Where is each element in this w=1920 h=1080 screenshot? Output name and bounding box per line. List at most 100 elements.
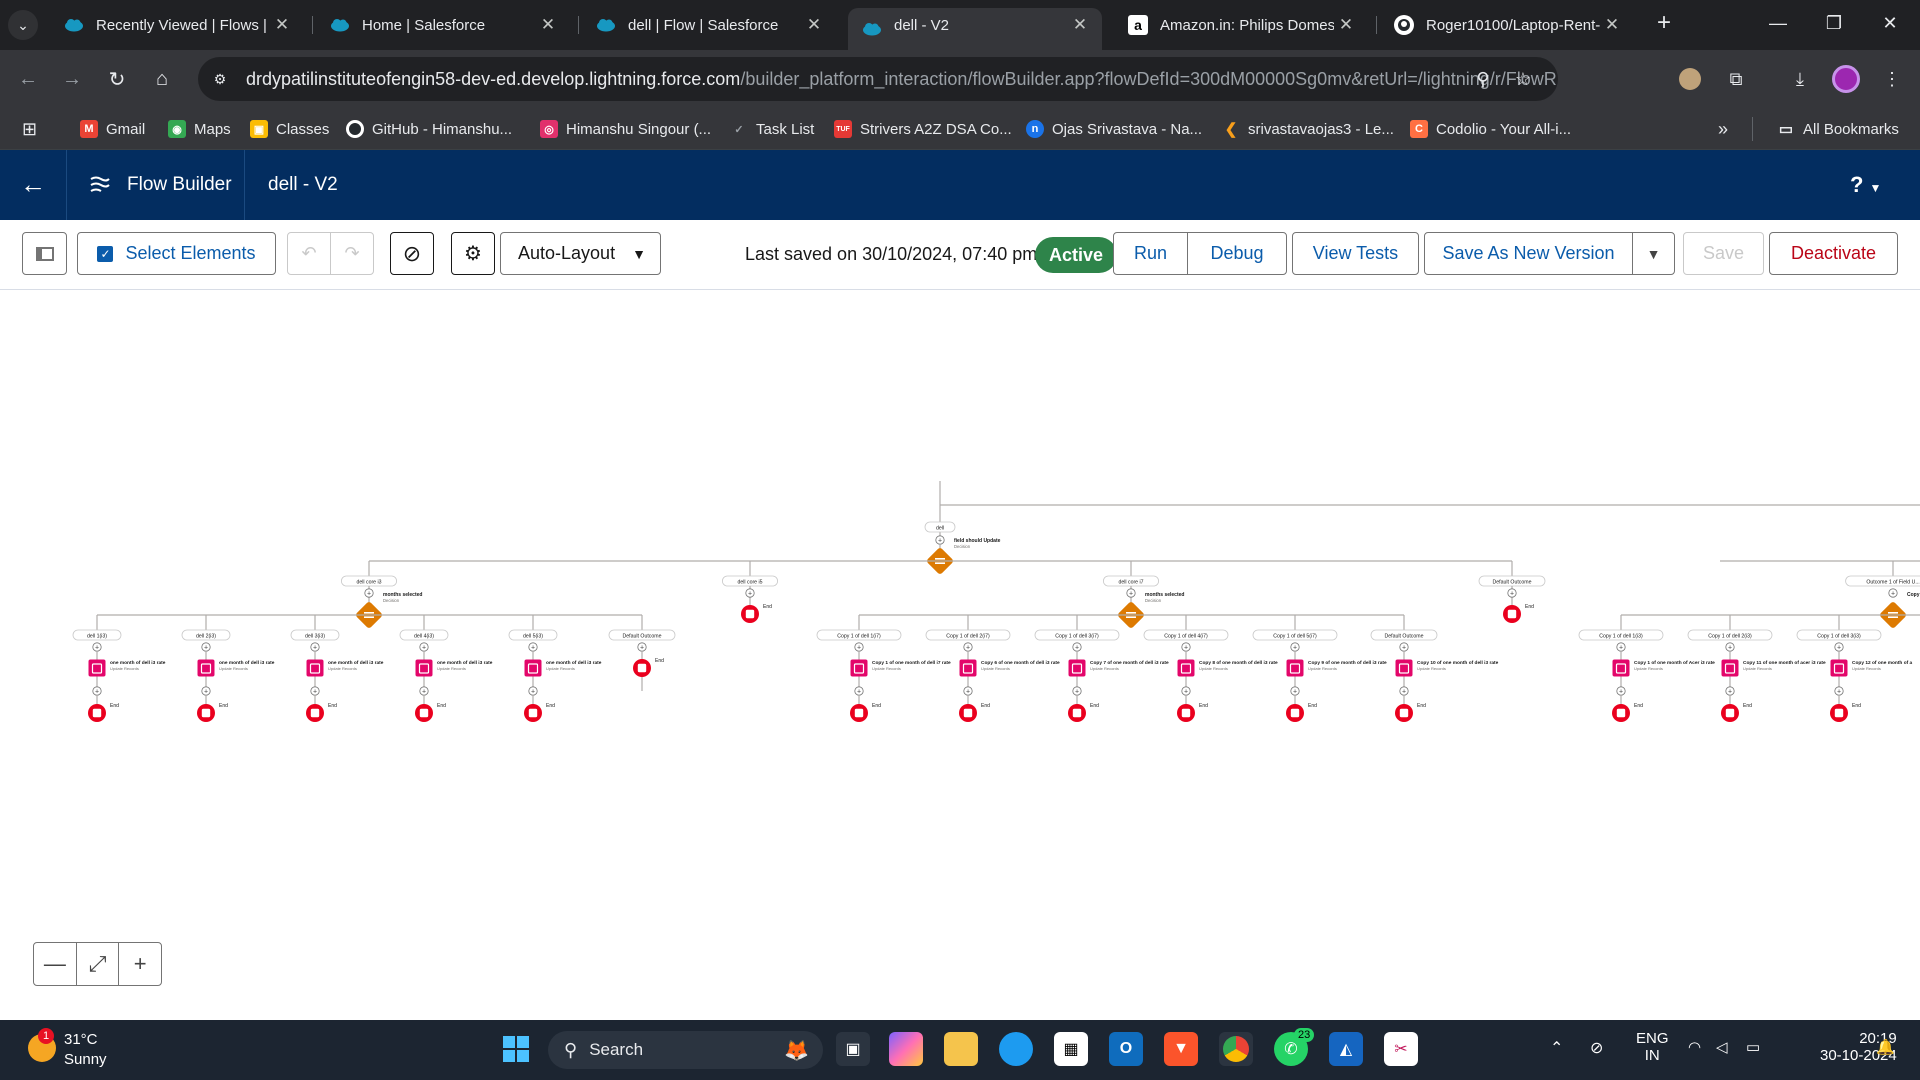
update-records-icon <box>1395 659 1413 677</box>
end-stop-glyph <box>528 708 538 718</box>
tab-recently-viewed-flows[interactable]: Recently Viewed | Flows | S ✕ <box>50 8 304 42</box>
add-plus-icon: + <box>204 644 208 651</box>
undo-button[interactable]: ↶ <box>287 232 331 275</box>
close-tab-icon[interactable]: ✕ <box>802 15 826 35</box>
tab-github-laptop-rent[interactable]: Roger10100/Laptop-Rent- ✕ <box>1380 8 1634 42</box>
home-icon[interactable]: ⌂ <box>146 63 178 95</box>
tab-search-chevron-icon[interactable]: ⌄ <box>8 10 38 40</box>
back-arrow-icon[interactable]: ← <box>18 170 48 200</box>
help-menu[interactable]: ? ▼ <box>1850 172 1881 198</box>
bookmark-label: Ojas Srivastava - Na... <box>1052 120 1203 138</box>
bookmark-instagram[interactable]: ◎ Himanshu Singour (... <box>540 117 711 141</box>
end-stop-glyph <box>1616 708 1626 718</box>
all-bookmarks[interactable]: ▭ All Bookmarks <box>1752 117 1899 141</box>
save-options-dropdown[interactable]: ▼ <box>1632 232 1675 275</box>
run-button[interactable]: Run <box>1113 232 1188 275</box>
file-explorer-icon[interactable] <box>944 1032 978 1066</box>
error-check-button[interactable]: ⊘ <box>390 232 434 275</box>
back-arrow-icon[interactable]: ← <box>12 63 44 95</box>
close-window-icon[interactable]: ✕ <box>1862 0 1918 46</box>
flow-diagram: dell+ field should UpdateDecisiondell cor… <box>72 481 1920 722</box>
bookmark-github[interactable]: GitHub - Himanshu... <box>346 117 512 141</box>
bookmark-label: Classes <box>276 120 330 138</box>
taskbar-search-box[interactable]: ⚲ Search 🦊 <box>548 1031 823 1069</box>
fit-to-view-button[interactable]: ⤢ <box>77 943 120 985</box>
end-stop-glyph <box>92 708 102 718</box>
tab-dell-flow[interactable]: dell | Flow | Salesforce ✕ <box>582 8 836 42</box>
volume-icon[interactable]: ◁ <box>1716 1038 1728 1056</box>
apps-grid-icon[interactable]: ⊞ <box>22 117 37 141</box>
battery-icon[interactable]: ▭ <box>1746 1038 1760 1056</box>
add-plus-icon: + <box>1510 590 1514 597</box>
layout-mode-select[interactable]: Auto-Layout ▼ <box>500 232 661 275</box>
wifi-icon[interactable]: ◠ <box>1688 1038 1701 1056</box>
bookmark-codolio[interactable]: C Codolio - Your All-i... <box>1410 117 1571 141</box>
network-offline-icon[interactable]: ⊘ <box>1590 1038 1603 1058</box>
download-icon[interactable]: ⤓ <box>1784 63 1816 95</box>
photos-icon[interactable]: ◭ <box>1329 1032 1363 1066</box>
save-as-new-version-button[interactable]: Save As New Version <box>1424 232 1633 275</box>
close-tab-icon[interactable]: ✕ <box>536 15 560 35</box>
windows-start-icon[interactable] <box>499 1032 533 1066</box>
bookmark-maps[interactable]: ◉ Maps <box>168 117 231 141</box>
view-tests-button[interactable]: View Tests <box>1292 232 1419 275</box>
bookmark-star-icon[interactable]: ☆ <box>1508 57 1538 101</box>
new-tab-button[interactable]: + <box>1650 10 1678 38</box>
end-stop-glyph <box>1399 708 1409 718</box>
naukri-icon: n <box>1026 120 1044 138</box>
tab-home-salesforce[interactable]: Home | Salesforce ✕ <box>316 8 570 42</box>
save-button[interactable]: Save <box>1683 232 1764 275</box>
deactivate-button[interactable]: Deactivate <box>1769 232 1898 275</box>
bookmark-task-list[interactable]: ✓ Task List <box>730 117 814 141</box>
minimize-window-icon[interactable]: — <box>1750 0 1806 46</box>
zoom-in-button[interactable]: + <box>119 943 161 985</box>
address-bar[interactable]: ⚙ drdypatilinstituteofengin58-dev-ed.dev… <box>198 57 1558 101</box>
zoom-magnifier-icon[interactable]: ⚲ <box>1468 57 1498 101</box>
tab-amazon[interactable]: a Amazon.in: Philips Domesti ✕ <box>1114 8 1368 42</box>
redo-button[interactable]: ↷ <box>330 232 374 275</box>
close-tab-icon[interactable]: ✕ <box>1600 15 1624 35</box>
tab-title: Home | Salesforce <box>362 16 486 34</box>
tab-dell-v2[interactable]: dell - V2 ✕ <box>848 8 1102 50</box>
chrome-browser-icon[interactable] <box>1219 1032 1253 1066</box>
end-label: End <box>546 703 555 709</box>
snipping-tool-icon[interactable]: ✂ <box>1384 1032 1418 1066</box>
debug-button[interactable]: Debug <box>1187 232 1287 275</box>
select-elements-button[interactable]: ✓ Select Elements <box>77 232 276 275</box>
restore-window-icon[interactable]: ❐ <box>1806 0 1862 46</box>
brave-browser-icon[interactable]: ▼ <box>1164 1032 1198 1066</box>
bookmark-strivers[interactable]: TUF Strivers A2Z DSA Co... <box>834 117 1012 141</box>
microsoft-store-icon[interactable]: ▦ <box>1054 1032 1088 1066</box>
task-view-icon[interactable]: ▣ <box>836 1032 870 1066</box>
close-tab-icon[interactable]: ✕ <box>1334 15 1358 35</box>
extensions-puzzle-icon[interactable]: ⧉ <box>1720 63 1752 95</box>
reload-icon[interactable]: ↻ <box>101 63 133 95</box>
bookmark-naukri[interactable]: n Ojas Srivastava - Na... <box>1026 117 1202 141</box>
bookmark-leetcode[interactable]: ❮ srivastavaojas3 - Le... <box>1222 117 1394 141</box>
bookmark-gmail[interactable]: M Gmail <box>80 117 145 141</box>
flow-canvas[interactable]: dell + field should Update Decision dell cor… <box>0 291 1920 1019</box>
language-indicator[interactable]: ENG IN <box>1636 1030 1669 1064</box>
toggle-panel-button[interactable] <box>22 232 67 275</box>
help-icon: ? <box>1850 172 1864 197</box>
browser-menu-icon[interactable]: ⋮ <box>1876 63 1908 95</box>
select-checkbox-icon: ✓ <box>97 245 114 262</box>
close-tab-icon[interactable]: ✕ <box>1068 15 1092 35</box>
close-tab-icon[interactable]: ✕ <box>270 15 294 35</box>
bookmark-classes[interactable]: ▣ Classes <box>250 117 329 141</box>
outlook-icon[interactable]: O <box>1109 1032 1143 1066</box>
show-hidden-icons-chevron[interactable]: ⌃ <box>1550 1038 1563 1058</box>
bookmarks-bar: ⊞ M Gmail ◉ Maps ▣ Classes GitHub - Himansh… <box>0 108 1920 150</box>
site-info-icon[interactable]: ⚙ <box>210 71 230 88</box>
flow-settings-button[interactable]: ⚙ <box>451 232 495 275</box>
extension-avatar-icon[interactable] <box>1674 63 1706 95</box>
header-divider <box>66 150 67 220</box>
more-bookmarks-chevron-icon[interactable]: » <box>1718 117 1728 141</box>
notification-bell-icon[interactable]: 🔔 <box>1876 1038 1895 1056</box>
forward-arrow-icon[interactable]: → <box>56 63 88 95</box>
copilot-icon[interactable] <box>889 1032 923 1066</box>
zoom-in-icon: + <box>133 951 147 976</box>
profile-avatar[interactable] <box>1830 63 1862 95</box>
edge-browser-icon[interactable] <box>999 1032 1033 1066</box>
zoom-out-button[interactable]: — <box>34 943 77 985</box>
